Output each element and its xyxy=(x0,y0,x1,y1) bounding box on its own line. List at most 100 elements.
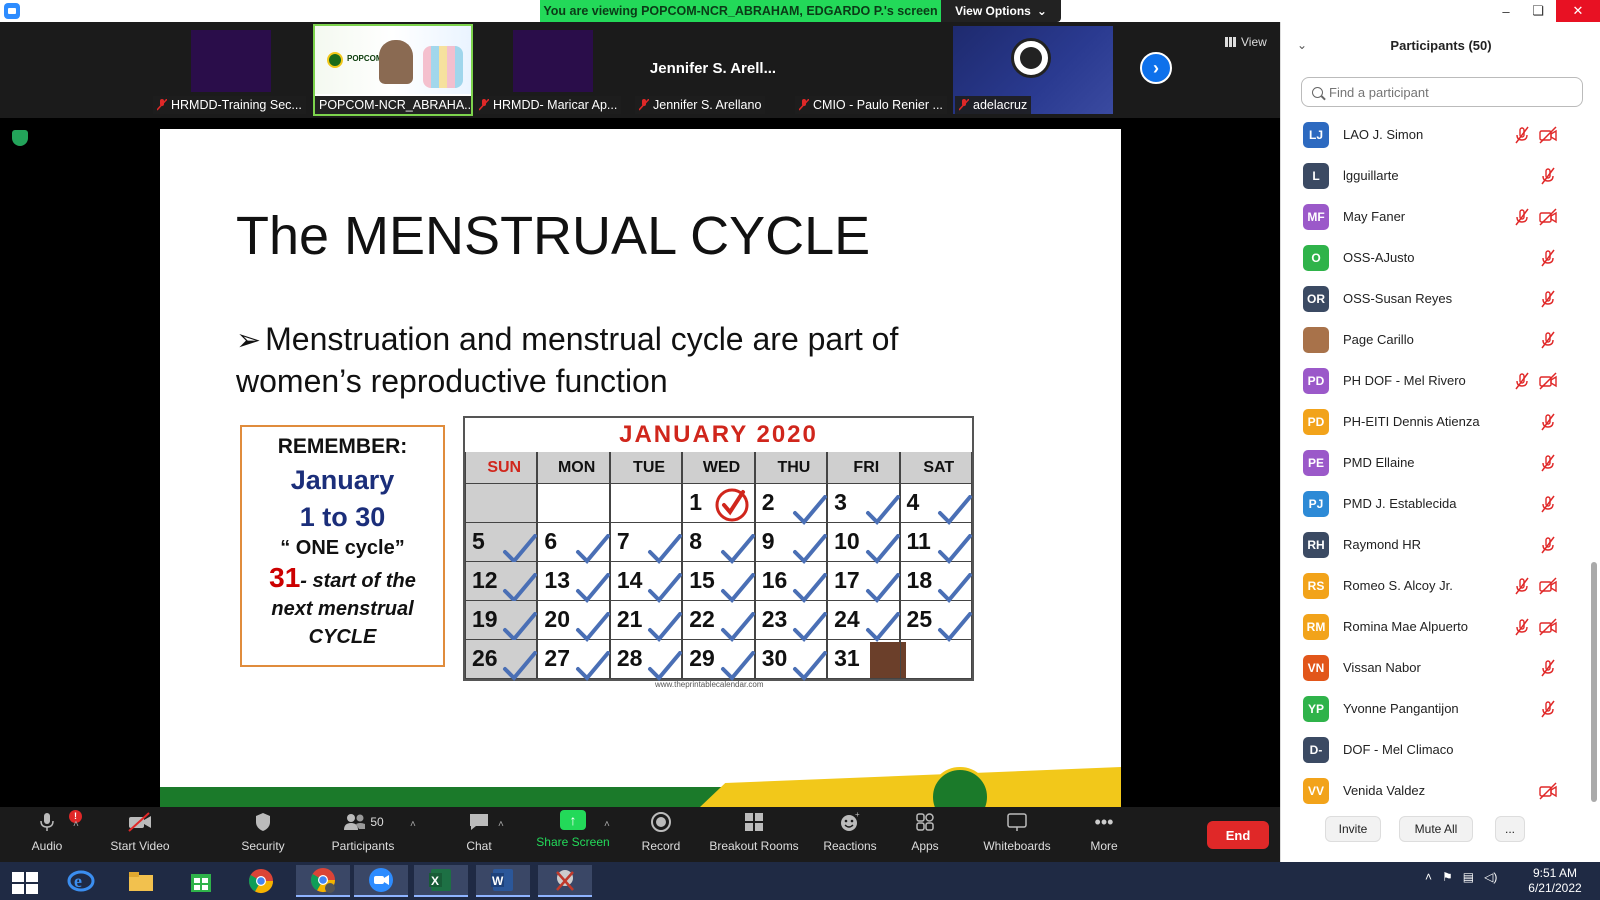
calendar-day-number: 25 xyxy=(906,606,933,632)
participant-row[interactable]: LJ LAO J. Simon xyxy=(1281,114,1591,155)
zoom-taskbar-icon[interactable] xyxy=(354,865,408,897)
participants-button[interactable]: 50 Participants xyxy=(328,810,398,860)
network-icon[interactable]: ▤ xyxy=(1463,870,1474,884)
next-page-button[interactable]: › xyxy=(1140,52,1172,84)
snipping-tool-icon[interactable] xyxy=(538,865,592,897)
calendar-day-number: 31 xyxy=(834,645,860,671)
calendar-day-number: 27 xyxy=(544,645,571,671)
calendar-title: JANUARY 2020 xyxy=(619,421,818,448)
breakout-rooms-label: Breakout Rooms xyxy=(709,839,799,853)
calendar-day-number: 9 xyxy=(761,528,775,554)
internet-explorer-icon[interactable]: e xyxy=(54,865,108,897)
participant-row[interactable]: VN Vissan Nabor xyxy=(1281,647,1591,688)
participant-list-scrollbar[interactable] xyxy=(1591,562,1597,802)
share-screen-button[interactable]: ↑ Share Screen xyxy=(533,810,613,860)
apps-button[interactable]: Apps xyxy=(900,810,950,860)
chat-button[interactable]: Chat xyxy=(454,810,504,860)
participant-row[interactable]: RS Romeo S. Alcoy Jr. xyxy=(1281,565,1591,606)
more-button[interactable]: ••• More xyxy=(1079,810,1129,860)
invite-button[interactable]: Invite xyxy=(1325,816,1381,842)
microsoft-store-icon[interactable] xyxy=(174,865,228,897)
blue-check-icon xyxy=(937,612,972,642)
share-options-caret[interactable]: ˄ xyxy=(604,819,610,830)
video-tile[interactable]: adelacruz xyxy=(953,24,1113,116)
calendar-day-number: 8 xyxy=(689,528,703,554)
popcom-logo-text: POPCOM xyxy=(347,54,383,63)
audio-button[interactable]: Audio ! xyxy=(22,810,82,860)
close-window-button[interactable]: ✕ xyxy=(1556,0,1600,22)
view-button[interactable]: View xyxy=(1225,35,1267,49)
record-button[interactable]: Record xyxy=(636,810,686,860)
svg-text:+: + xyxy=(855,811,860,819)
volume-icon[interactable]: ◁) xyxy=(1484,870,1497,884)
participant-row[interactable]: Llgguillarte xyxy=(1281,155,1591,196)
participant-row[interactable]: RH Raymond HR xyxy=(1281,524,1591,565)
avatar: O xyxy=(1303,244,1329,271)
mic-muted-icon xyxy=(1539,454,1557,472)
mic-muted-icon xyxy=(1539,700,1557,718)
participant-row[interactable]: Page Carillo xyxy=(1281,319,1591,360)
reactions-icon: + xyxy=(837,810,863,834)
participant-name: OSS-AJusto xyxy=(1343,250,1415,265)
blue-check-icon xyxy=(503,573,538,603)
meeting-toolbar: Audio ! ˄ Start Video Security 50 Partic… xyxy=(0,807,1280,862)
file-explorer-icon[interactable] xyxy=(114,865,168,897)
chrome-profile-icon[interactable] xyxy=(296,865,350,897)
participants-options-caret[interactable]: ˄ xyxy=(410,819,416,830)
calendar-day-number: 3 xyxy=(834,489,847,515)
gallery-icon xyxy=(1225,37,1236,47)
video-tile[interactable]: CMIO - Paulo Renier ... xyxy=(793,24,953,116)
chat-options-caret[interactable]: ˄ xyxy=(498,819,504,830)
avatar: RS xyxy=(1303,572,1329,599)
excel-icon[interactable]: X xyxy=(414,865,468,897)
avatar xyxy=(1303,326,1329,353)
participant-row[interactable]: PD PH DOF - Mel Rivero xyxy=(1281,360,1591,401)
participant-search-input[interactable] xyxy=(1329,84,1569,100)
restore-button[interactable]: ❏ xyxy=(1522,0,1554,22)
minimize-button[interactable]: – xyxy=(1490,0,1522,22)
audio-options-caret[interactable]: ˄ xyxy=(73,819,79,830)
mute-all-button[interactable]: Mute All xyxy=(1399,816,1473,842)
participant-row[interactable]: O OSS-AJusto xyxy=(1281,237,1591,278)
participant-row[interactable]: OR OSS-Susan Reyes xyxy=(1281,278,1591,319)
participant-row[interactable]: PJ PMD J. Establecida xyxy=(1281,483,1591,524)
participant-row[interactable]: VV Venida Valdez xyxy=(1281,770,1591,811)
view-options-label: View Options xyxy=(955,4,1031,18)
calendar-day-number: 20 xyxy=(544,606,571,632)
system-tray: ˄ ⚑ ▤ ◁) xyxy=(1425,870,1497,884)
participant-row[interactable]: D- DOF - Mel Climaco xyxy=(1281,729,1591,770)
video-tile[interactable]: HRMDD- Maricar Ap... xyxy=(473,24,633,116)
whiteboards-button[interactable]: Whiteboards xyxy=(975,810,1059,860)
clock-time: 9:51 AM xyxy=(1532,866,1578,880)
participant-row[interactable]: MF May Faner xyxy=(1281,196,1591,237)
view-options-button[interactable]: View Options ⌄ xyxy=(941,0,1061,22)
calendar-week-row: 5 6 7 8 9 10 11 xyxy=(465,523,972,564)
blue-check-icon xyxy=(648,573,683,603)
participant-row[interactable]: PE PMD Ellaine xyxy=(1281,442,1591,483)
taskbar-clock[interactable]: 9:51 AM 6/21/2022 xyxy=(1520,866,1590,896)
video-tile-active[interactable]: POPCOM POPCOM-NCR_ABRAHA... xyxy=(313,24,473,116)
breakout-rooms-button[interactable]: Breakout Rooms xyxy=(706,810,802,860)
reactions-button[interactable]: + Reactions xyxy=(815,810,885,860)
word-icon[interactable]: W xyxy=(476,865,530,897)
encryption-shield-icon[interactable] xyxy=(12,130,28,146)
end-meeting-button[interactable]: End xyxy=(1207,821,1269,849)
start-video-button[interactable]: Start Video xyxy=(105,810,175,860)
show-hidden-icons-icon[interactable]: ˄ xyxy=(1425,870,1432,884)
security-button[interactable]: Security xyxy=(238,810,288,860)
participant-row[interactable]: RM Romina Mae Alpuerto xyxy=(1281,606,1591,647)
panel-more-button[interactable]: ... xyxy=(1495,816,1525,842)
participant-row[interactable]: YP Yvonne Pangantijon xyxy=(1281,688,1591,729)
participant-name: OSS-Susan Reyes xyxy=(1343,291,1453,306)
calendar-day-number: 13 xyxy=(544,567,571,593)
flag-icon[interactable]: ⚑ xyxy=(1442,870,1453,884)
participant-search[interactable] xyxy=(1301,77,1583,107)
participants-label: Participants xyxy=(331,839,395,853)
video-tile[interactable]: Jennifer S. Arell... Jennifer S. Arellan… xyxy=(633,24,793,116)
chrome-icon[interactable] xyxy=(234,865,288,897)
participant-row[interactable]: PD PH-EITI Dennis Atienza xyxy=(1281,401,1591,442)
windows-start-icon[interactable] xyxy=(12,872,38,894)
video-tile[interactable]: HRMDD-Training Sec... xyxy=(151,24,311,116)
video-off-icon xyxy=(1539,576,1557,595)
zoom-meeting-window: You are viewing POPCOM-NCR_ABRAHAM, EDGA… xyxy=(0,0,1600,900)
